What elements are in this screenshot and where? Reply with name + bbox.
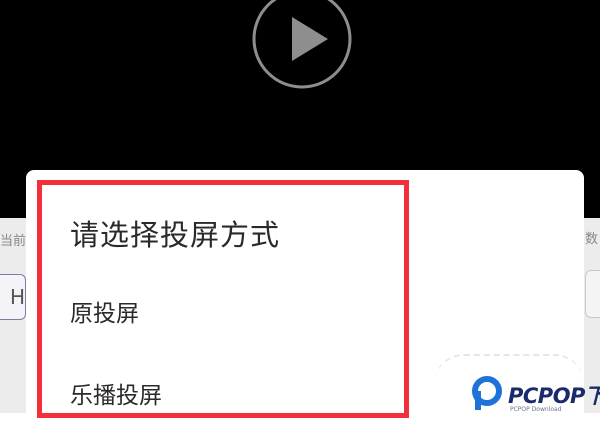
background-button-left[interactable]: H xyxy=(0,274,26,320)
option-lebo-cast[interactable]: 乐播投屏 xyxy=(70,376,162,410)
dialog-title: 请选择投屏方式 xyxy=(70,218,281,252)
watermark: PCPOP下载 PCPOP Download xyxy=(420,334,600,418)
background-label-left: 当前 xyxy=(0,234,27,249)
background-label-right: 数 xyxy=(585,232,599,247)
pcpop-logo-icon xyxy=(472,376,502,410)
watermark-subtitle: PCPOP Download xyxy=(510,406,562,413)
background-button-right[interactable] xyxy=(585,270,600,318)
play-icon[interactable] xyxy=(250,0,354,91)
option-original-cast[interactable]: 原投屏 xyxy=(70,294,139,328)
